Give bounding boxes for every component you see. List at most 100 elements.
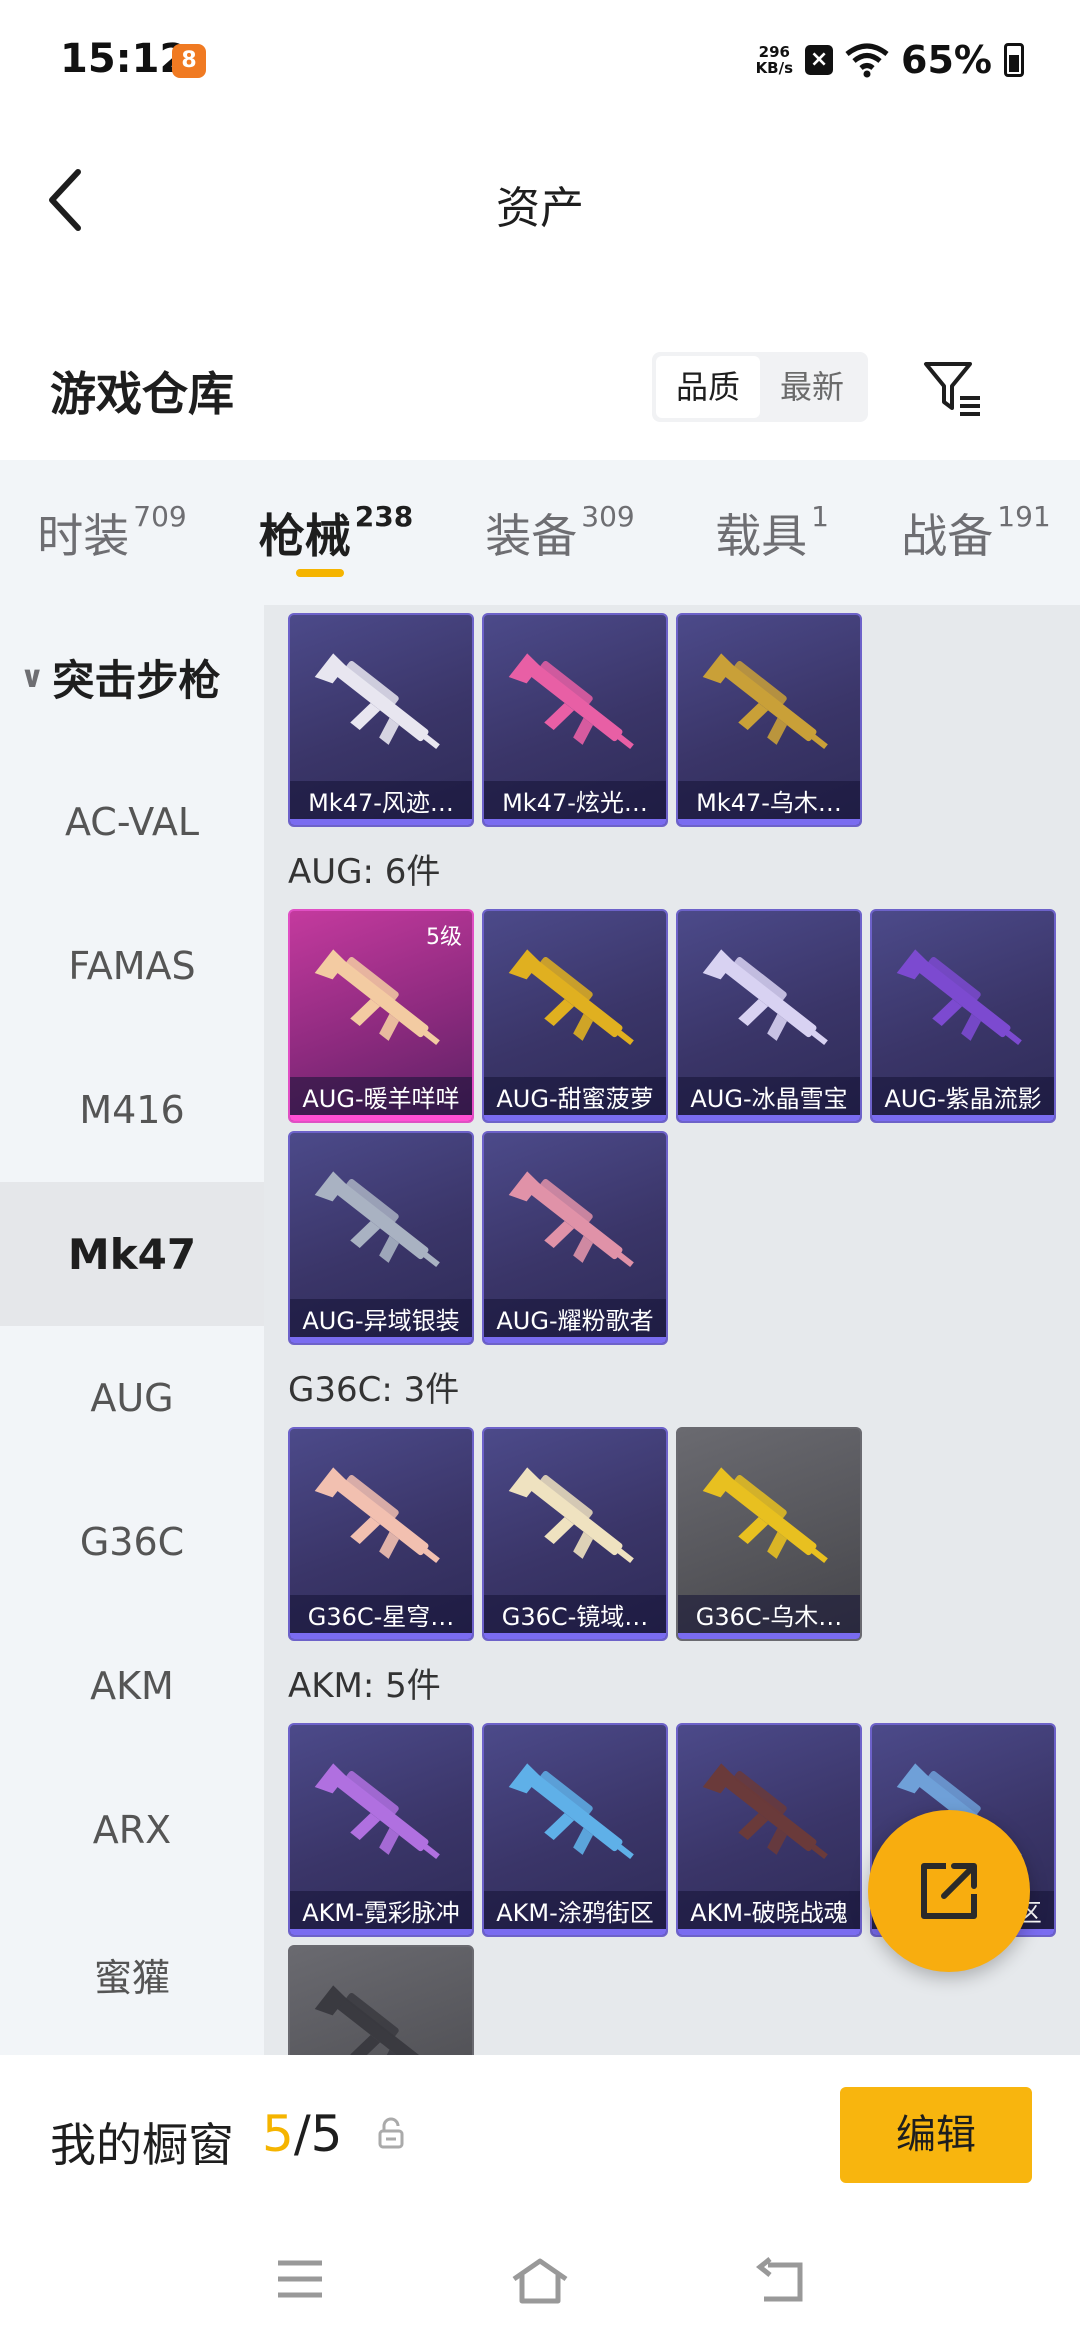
weapon-group-title: AUG: 6件	[288, 852, 441, 892]
rarity-bar	[678, 1633, 860, 1639]
weapon-card[interactable]: AUG-冰晶雪宝	[676, 909, 862, 1123]
lock-icon	[378, 2117, 404, 2149]
showcase-count: 5/5	[262, 2105, 343, 2163]
weapon-card[interactable]: G36C-镜域…	[482, 1427, 668, 1641]
tab-equipment[interactable]: 装备 309	[448, 460, 672, 605]
weapon-image	[314, 1467, 440, 1564]
weapon-image	[896, 949, 1022, 1046]
weapon-card[interactable]: AUG-异域银装	[288, 1131, 474, 1345]
network-speed: 296 KB/s	[755, 43, 794, 77]
active-tab-indicator	[296, 569, 344, 577]
warehouse-header: 游戏仓库 品质 最新	[0, 330, 1080, 450]
sort-option-quality[interactable]: 品质	[656, 356, 760, 418]
weapon-card[interactable]: AKM-破晓战魂	[676, 1723, 862, 1937]
chevron-down-icon: ∨	[20, 660, 45, 695]
weapon-card[interactable]	[288, 1945, 474, 2055]
weapon-card[interactable]: AUG-耀粉歌者	[482, 1131, 668, 1345]
sidebar-item[interactable]: 蜜獾	[0, 1902, 264, 2046]
rarity-bar	[290, 1115, 472, 1121]
category-tabs: 时装 709 枪械 238 装备 309 载具 1 战备 191	[0, 460, 1080, 605]
rarity-bar	[484, 1115, 666, 1121]
weapon-image	[508, 1467, 634, 1564]
weapon-image	[508, 949, 634, 1046]
system-nav-bar	[0, 2215, 1080, 2344]
rarity-bar	[290, 1633, 472, 1639]
rarity-bar	[678, 1929, 860, 1935]
showcase-label: 我的橱窗	[50, 2118, 234, 2172]
rarity-bar	[290, 819, 472, 825]
weapon-image	[508, 653, 634, 750]
rarity-bar	[678, 819, 860, 825]
weapon-image	[314, 1171, 440, 1268]
tab-weapons[interactable]: 枪械 238	[224, 460, 448, 605]
weapon-card[interactable]: Mk47-炫光…	[482, 613, 668, 827]
sort-option-latest[interactable]: 最新	[760, 356, 864, 418]
weapon-image	[314, 653, 440, 750]
section-title: 游戏仓库	[50, 367, 234, 421]
weapon-card[interactable]: G36C-乌木…	[676, 1427, 862, 1641]
sidebar-item[interactable]: Mk47	[0, 1182, 264, 1326]
filter-icon	[924, 362, 980, 416]
weapon-image	[508, 1171, 634, 1268]
tab-vehicles[interactable]: 载具 1	[672, 460, 872, 605]
status-time: 15:12	[60, 36, 188, 82]
back-icon[interactable]	[754, 2257, 806, 2305]
weapon-card[interactable]: Mk47-风迹…	[288, 613, 474, 827]
weapon-group-title: AKM: 5件	[288, 1666, 441, 1706]
weapon-group-title: G36C: 3件	[288, 1370, 460, 1410]
rarity-bar	[484, 819, 666, 825]
weapon-image	[314, 1985, 429, 2055]
sidebar-item[interactable]: ARX	[0, 1758, 264, 1902]
rarity-bar	[872, 1115, 1054, 1121]
rarity-bar	[678, 1115, 860, 1121]
rarity-bar	[290, 1929, 472, 1935]
wifi-icon	[845, 43, 889, 78]
filter-button[interactable]	[920, 356, 984, 420]
sidebar-item[interactable]: FAMAS	[0, 894, 264, 1038]
sidebar-group-assault-rifles[interactable]: ∨ 突击步枪	[0, 605, 264, 750]
edit-button[interactable]: 编辑	[840, 2087, 1032, 2183]
sidebar-item[interactable]: AUG	[0, 1326, 264, 1470]
page-title: 资产	[496, 183, 584, 234]
weapon-card[interactable]: AUG-紫晶流影	[870, 909, 1056, 1123]
notification-app-icon: 8	[172, 44, 206, 78]
weapon-card[interactable]: AUG-甜蜜菠萝	[482, 909, 668, 1123]
weapon-image	[702, 949, 828, 1046]
header: 资产	[0, 120, 1080, 280]
showcase-bar: 我的橱窗 5/5 编辑	[0, 2055, 1080, 2215]
battery-percent: 65%	[901, 38, 992, 82]
weapon-image	[314, 949, 440, 1046]
weapon-card[interactable]: AKM-涂鸦街区	[482, 1723, 668, 1937]
weapon-image	[508, 1763, 634, 1860]
close-box-icon: ×	[805, 45, 834, 75]
battery-icon	[1004, 43, 1024, 77]
rarity-bar	[484, 1633, 666, 1639]
status-bar: 15:12 8 296 KB/s × 65%	[0, 0, 1080, 120]
weapon-image	[702, 1467, 828, 1564]
tab-fashion[interactable]: 时装 709	[0, 460, 224, 605]
share-fab-button[interactable]	[868, 1810, 1030, 1972]
weapon-card[interactable]: Mk47-乌木…	[676, 613, 862, 827]
weapon-image	[702, 1763, 828, 1860]
home-icon[interactable]	[510, 2257, 570, 2305]
sort-toggle: 品质 最新	[652, 352, 868, 422]
menu-icon[interactable]	[276, 2257, 324, 2301]
sidebar-item[interactable]: M416	[0, 1038, 264, 1182]
weapon-card[interactable]: AKM-霓彩脉冲	[288, 1723, 474, 1937]
weapon-grid-group: G36C-星穹… G36C-镜域… G36C-乌木…	[264, 1427, 1080, 1641]
weapon-grid-group: Mk47-风迹… Mk47-炫光… Mk47-乌木…	[264, 613, 1080, 827]
weapon-card[interactable]: G36C-星穹…	[288, 1427, 474, 1641]
rarity-bar	[484, 1929, 666, 1935]
sidebar-item[interactable]: AC-VAL	[0, 750, 264, 894]
sidebar-item[interactable]: AKM	[0, 1614, 264, 1758]
weapon-grid-group: 5级 AUG-暖羊咩咩 AUG-甜蜜菠萝 AUG-冰晶雪宝 AUG-紫晶流影 AUG-异域…	[264, 909, 1080, 1345]
share-external-icon	[921, 1863, 977, 1919]
weapon-image	[702, 653, 828, 750]
rarity-bar	[484, 1337, 666, 1343]
weapon-card[interactable]: 5级 AUG-暖羊咩咩	[288, 909, 474, 1123]
level-badge: 5级	[426, 925, 462, 950]
sidebar-item[interactable]: G36C	[0, 1470, 264, 1614]
rarity-bar	[290, 1337, 472, 1343]
tab-supplies[interactable]: 战备 191	[872, 460, 1080, 605]
weapon-image	[314, 1763, 440, 1860]
